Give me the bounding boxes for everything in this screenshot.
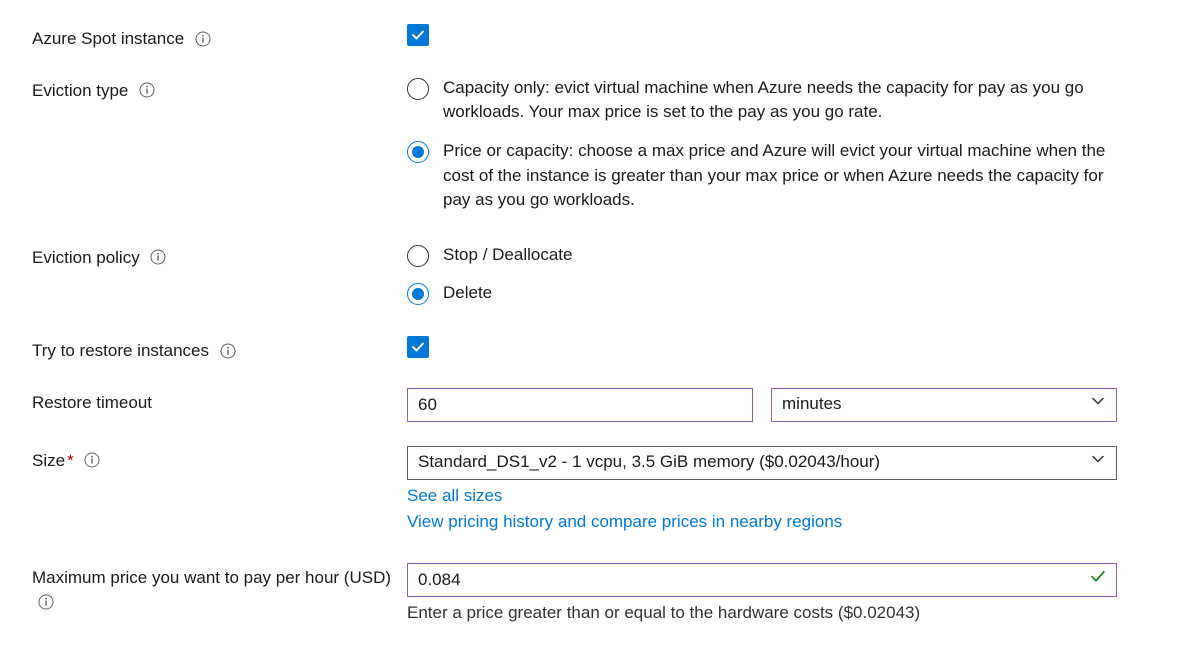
size-label: Size* xyxy=(32,446,407,474)
max-price-input[interactable] xyxy=(407,563,1117,597)
info-icon[interactable] xyxy=(220,343,236,359)
info-icon[interactable] xyxy=(139,82,155,98)
eviction-policy-stop-deallocate[interactable]: Stop / Deallocate xyxy=(407,243,1169,268)
restore-timeout-label: Restore timeout xyxy=(32,388,407,416)
eviction-type-label: Eviction type xyxy=(32,76,407,104)
max-price-label: Maximum price you want to pay per hour (… xyxy=(32,563,407,615)
radio-icon xyxy=(407,283,429,305)
info-icon[interactable] xyxy=(150,249,166,265)
info-icon[interactable] xyxy=(195,31,211,47)
restore-instances-label: Try to restore instances xyxy=(32,336,407,364)
radio-label: Price or capacity: choose a max price an… xyxy=(443,139,1123,213)
radio-icon xyxy=(407,141,429,163)
view-pricing-history-link[interactable]: View pricing history and compare prices … xyxy=(407,510,1169,535)
eviction-policy-label: Eviction policy xyxy=(32,243,407,271)
restore-instances-checkbox[interactable] xyxy=(407,336,429,358)
radio-icon xyxy=(407,245,429,267)
spot-instance-label: Azure Spot instance xyxy=(32,24,407,52)
radio-label: Delete xyxy=(443,281,492,306)
radio-label: Stop / Deallocate xyxy=(443,243,572,268)
radio-label: Capacity only: evict virtual machine whe… xyxy=(443,76,1123,125)
info-icon[interactable] xyxy=(38,594,54,610)
radio-icon xyxy=(407,78,429,100)
chevron-down-icon xyxy=(1090,450,1106,475)
spot-instance-checkbox[interactable] xyxy=(407,24,429,46)
eviction-policy-delete[interactable]: Delete xyxy=(407,281,1169,306)
select-value: minutes xyxy=(782,392,842,417)
eviction-type-price-or-capacity[interactable]: Price or capacity: choose a max price an… xyxy=(407,139,1169,213)
restore-timeout-input[interactable] xyxy=(407,388,753,422)
size-select[interactable]: Standard_DS1_v2 - 1 vcpu, 3.5 GiB memory… xyxy=(407,446,1117,480)
select-value: Standard_DS1_v2 - 1 vcpu, 3.5 GiB memory… xyxy=(418,450,880,475)
chevron-down-icon xyxy=(1090,392,1106,417)
restore-timeout-unit-select[interactable]: minutes xyxy=(771,388,1117,422)
see-all-sizes-link[interactable]: See all sizes xyxy=(407,484,1169,509)
eviction-type-capacity-only[interactable]: Capacity only: evict virtual machine whe… xyxy=(407,76,1169,125)
max-price-helper: Enter a price greater than or equal to t… xyxy=(407,601,1169,626)
info-icon[interactable] xyxy=(84,452,100,468)
